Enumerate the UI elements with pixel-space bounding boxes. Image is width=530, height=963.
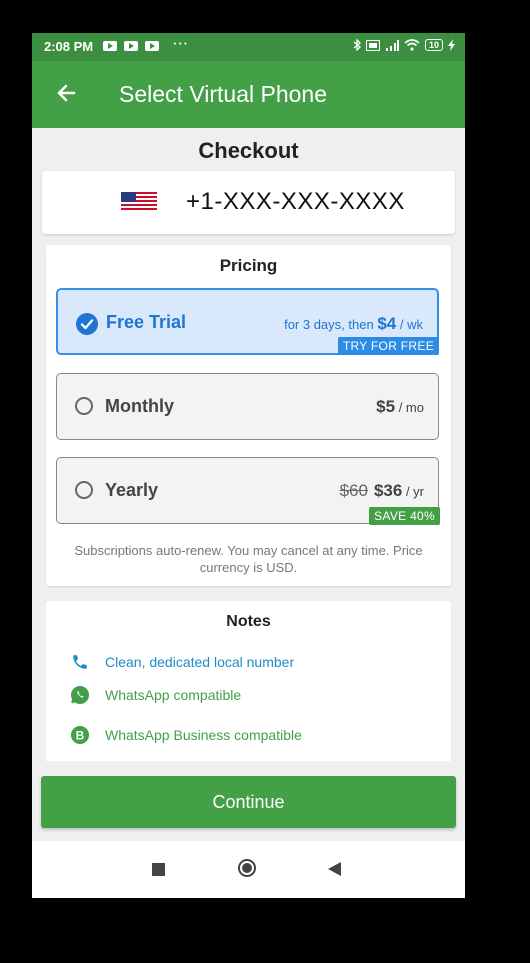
continue-button[interactable]: Continue bbox=[41, 776, 456, 828]
phone-number-card: +1-XXX-XXX-XXXX bbox=[42, 171, 455, 234]
radio-unselected-icon bbox=[75, 397, 93, 415]
app-bar-title: Select Virtual Phone bbox=[119, 81, 327, 107]
whatsapp-business-icon: B bbox=[70, 725, 90, 745]
plan-monthly[interactable]: Monthly $5 / mo bbox=[56, 373, 439, 440]
youtube-notification-icon bbox=[124, 41, 138, 51]
youtube-notification-icon bbox=[145, 41, 159, 51]
subscription-disclaimer: Subscriptions auto-renew. You may cancel… bbox=[74, 543, 423, 575]
note-item: B WhatsApp Business compatible bbox=[70, 725, 302, 745]
phone-icon bbox=[70, 652, 90, 672]
checkout-heading: Checkout bbox=[198, 138, 299, 163]
system-icons: 10 bbox=[353, 39, 455, 51]
bluetooth-icon bbox=[353, 39, 361, 51]
plan-name: Yearly bbox=[105, 480, 159, 500]
wifi-icon bbox=[404, 39, 420, 51]
svg-text:B: B bbox=[76, 729, 85, 743]
price-amount: $36 bbox=[373, 481, 403, 500]
app-bar: Select Virtual Phone bbox=[32, 61, 465, 128]
price-unit: / yr bbox=[405, 484, 424, 499]
save-badge: SAVE 40% bbox=[369, 507, 440, 525]
recent-apps-button[interactable] bbox=[152, 863, 165, 876]
charging-icon bbox=[448, 39, 455, 51]
more-notifications-icon: ··· bbox=[173, 36, 189, 51]
check-circle-icon bbox=[76, 313, 98, 335]
note-item: Clean, dedicated local number bbox=[70, 652, 294, 672]
plan-name: Free Trial bbox=[106, 312, 187, 332]
status-time: 2:08 PM bbox=[44, 39, 94, 54]
note-text: WhatsApp Business compatible bbox=[105, 727, 302, 743]
plan-name: Monthly bbox=[105, 396, 174, 416]
youtube-notification-icon bbox=[103, 41, 117, 51]
try-for-free-badge: TRY FOR FREE bbox=[337, 337, 439, 355]
pricing-title: Pricing bbox=[219, 256, 278, 275]
notes-title: Notes bbox=[226, 613, 271, 630]
note-text: WhatsApp compatible bbox=[105, 687, 242, 703]
us-flag-icon bbox=[121, 192, 157, 212]
price-prefix: for 3 days, then bbox=[284, 317, 374, 332]
radio-unselected-icon bbox=[75, 481, 93, 499]
android-nav-bar bbox=[32, 841, 465, 898]
signal-icon bbox=[385, 39, 399, 51]
status-bar: 2:08 PM ··· 10 bbox=[32, 33, 465, 61]
notes-card: Notes Clean, dedicated local number What… bbox=[46, 601, 451, 761]
price-unit: / wk bbox=[399, 317, 423, 332]
note-item: WhatsApp compatible bbox=[70, 685, 241, 705]
plan-yearly[interactable]: Yearly $60 $36 / yr SAVE 40% bbox=[56, 457, 440, 525]
virtual-phone-number: +1-XXX-XXX-XXXX bbox=[186, 188, 405, 215]
price-amount: $4 bbox=[377, 314, 397, 333]
price-unit: / mo bbox=[398, 400, 424, 415]
back-arrow-icon[interactable] bbox=[54, 81, 78, 105]
whatsapp-icon bbox=[70, 685, 90, 705]
phone-screen: 2:08 PM ··· 10 Select Virtual Phone Chec… bbox=[32, 33, 465, 898]
battery-icon: 10 bbox=[424, 39, 443, 51]
price-amount: $5 bbox=[376, 397, 396, 416]
note-text: Clean, dedicated local number bbox=[105, 654, 295, 670]
plan-free-trial[interactable]: Free Trial for 3 days, then $4 / wk TRY … bbox=[56, 288, 439, 355]
hd-icon bbox=[365, 39, 380, 51]
plan-price: $60 $36 / yr bbox=[340, 481, 424, 501]
home-button[interactable] bbox=[238, 859, 256, 877]
nav-back-button[interactable] bbox=[328, 862, 341, 876]
old-price: $60 bbox=[339, 481, 368, 500]
plan-price: $5 / mo bbox=[376, 397, 424, 417]
plan-price: for 3 days, then $4 / wk bbox=[284, 314, 423, 334]
pricing-card: Pricing Free Trial for 3 days, then $4 /… bbox=[46, 245, 451, 586]
